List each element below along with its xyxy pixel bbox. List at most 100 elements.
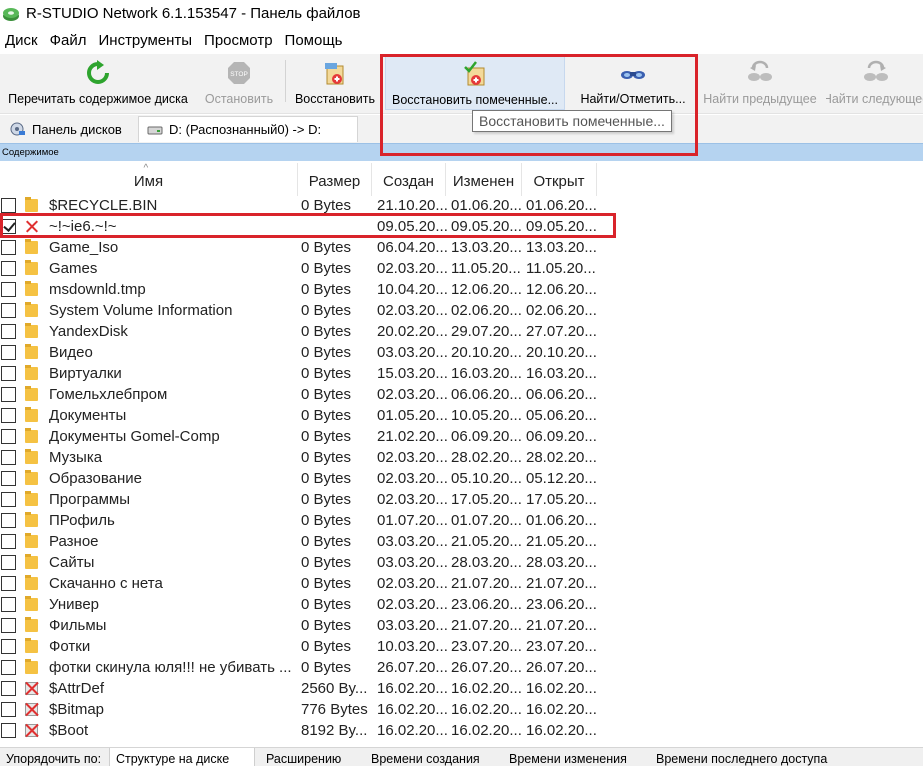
cell-accessed: 21.07.20... xyxy=(526,617,596,634)
row-checkbox[interactable] xyxy=(1,345,16,360)
row-checkbox[interactable] xyxy=(1,513,16,528)
row-checkbox[interactable] xyxy=(1,366,16,381)
tab-drive[interactable]: D: (Распознанный0) -> D: xyxy=(138,116,358,142)
row-checkbox[interactable] xyxy=(1,534,16,549)
table-row[interactable]: ~!~ie6.~!~ 09.05.20... 09.05.20... 09.05.20… xyxy=(0,216,600,237)
column-modified[interactable]: Изменен xyxy=(446,163,522,196)
refresh-icon xyxy=(85,60,111,86)
recover-button[interactable]: Восстановить xyxy=(291,54,379,110)
row-checkbox[interactable] xyxy=(1,555,16,570)
menu-view[interactable]: Просмотр xyxy=(198,32,279,49)
row-checkbox[interactable] xyxy=(1,282,16,297)
table-row[interactable]: Фотки 0 Bytes 10.03.20... 23.07.20... 23.07.… xyxy=(0,636,600,657)
cell-modified: 23.06.20... xyxy=(451,596,521,613)
table-row[interactable]: Разное 0 Bytes 03.03.20... 21.05.20... 21.05… xyxy=(0,531,600,552)
folder-icon xyxy=(25,659,38,674)
table-row[interactable]: Документы 0 Bytes 01.05.20... 10.05.20... 05… xyxy=(0,405,600,426)
table-row[interactable]: Универ 0 Bytes 02.03.20... 23.06.20... 23.06… xyxy=(0,594,600,615)
table-row[interactable]: msdownld.tmp 0 Bytes 10.04.20... 12.06.20..… xyxy=(0,279,600,300)
row-checkbox[interactable] xyxy=(1,450,16,465)
row-checkbox[interactable] xyxy=(1,660,16,675)
toolbar-separator xyxy=(697,60,698,102)
table-row[interactable]: Game_Iso 0 Bytes 06.04.20... 13.03.20... 13.… xyxy=(0,237,600,258)
row-checkbox[interactable] xyxy=(1,492,16,507)
tab-disk-panel[interactable]: Панель дисков xyxy=(2,116,130,142)
sort-by-structure[interactable]: Структуре на диске xyxy=(109,748,255,766)
table-row[interactable]: Фильмы 0 Bytes 03.03.20... 21.07.20... 21.07… xyxy=(0,615,600,636)
table-row[interactable]: Виртуалки 0 Bytes 15.03.20... 16.03.20... 16… xyxy=(0,363,600,384)
menu-disk[interactable]: Диск xyxy=(0,32,44,49)
table-row[interactable]: $Bitmap 776 Bytes 16.02.20... 16.02.20... 16… xyxy=(0,699,600,720)
find-mark-button[interactable]: Найти/Отметить... xyxy=(574,54,692,110)
table-row[interactable]: ПРофиль 0 Bytes 01.07.20... 01.07.20... 01.0… xyxy=(0,510,600,531)
binoculars-icon xyxy=(620,60,646,86)
row-checkbox[interactable] xyxy=(1,702,16,717)
table-row[interactable]: фотки скинула юля!!! не убивать ... 0 Byt… xyxy=(0,657,600,678)
rescan-button[interactable]: Перечитать содержимое диска xyxy=(4,54,192,110)
table-row[interactable]: $Boot 8192 By... 16.02.20... 16.02.20... 16.… xyxy=(0,720,600,741)
row-checkbox[interactable] xyxy=(1,303,16,318)
row-checkbox[interactable] xyxy=(1,723,16,738)
menu-file[interactable]: Файл xyxy=(44,32,93,49)
recover-marked-label: Восстановить помеченные... xyxy=(392,93,558,107)
cell-accessed: 21.07.20... xyxy=(526,575,596,592)
table-row[interactable]: System Volume Information 0 Bytes 02.03.20… xyxy=(0,300,600,321)
find-next-button[interactable]: Найти следующее xyxy=(826,54,923,110)
sort-label: Упорядочить по: xyxy=(6,752,102,766)
row-checkbox[interactable] xyxy=(1,387,16,402)
toolbar-separator xyxy=(285,60,286,102)
row-checkbox[interactable] xyxy=(1,219,16,234)
drive-icon xyxy=(147,123,163,137)
row-checkbox[interactable] xyxy=(1,471,16,486)
column-created[interactable]: Создан xyxy=(372,163,446,196)
table-row[interactable]: Образование 0 Bytes 02.03.20... 05.10.20...… xyxy=(0,468,600,489)
column-name[interactable]: ^ Имя xyxy=(0,163,298,196)
cell-size: 0 Bytes xyxy=(301,407,352,424)
cell-accessed: 27.07.20... xyxy=(526,323,596,340)
table-row[interactable]: Музыка 0 Bytes 02.03.20... 28.02.20... 28.02… xyxy=(0,447,600,468)
table-row[interactable]: Скачанно с нета 0 Bytes 02.03.20... 21.07.2… xyxy=(0,573,600,594)
cell-name: Документы Gomel-Comp xyxy=(49,428,220,445)
recover-marked-button[interactable]: Восстановить помеченные... xyxy=(385,54,565,110)
row-checkbox[interactable] xyxy=(1,576,16,591)
find-previous-button[interactable]: Найти предыдущее xyxy=(700,54,820,110)
sort-by-extension[interactable]: Расширению xyxy=(260,748,347,766)
cell-name: YandexDisk xyxy=(49,323,128,340)
menu-help[interactable]: Помощь xyxy=(279,32,349,49)
cell-name: Фильмы xyxy=(49,617,107,634)
stop-button[interactable]: STOP Остановить xyxy=(199,54,279,110)
table-row[interactable]: YandexDisk 0 Bytes 20.02.20... 29.07.20... 2… xyxy=(0,321,600,342)
cell-accessed: 06.06.20... xyxy=(526,386,596,403)
table-row[interactable]: Гомельхлебпром 0 Bytes 02.03.20... 06.06.20… xyxy=(0,384,600,405)
table-row[interactable]: Видео 0 Bytes 03.03.20... 20.10.20... 20.10.… xyxy=(0,342,600,363)
column-accessed[interactable]: Открыт xyxy=(522,163,597,196)
cell-name: Разное xyxy=(49,533,99,550)
row-checkbox[interactable] xyxy=(1,198,16,213)
row-checkbox[interactable] xyxy=(1,618,16,633)
sort-by-modification[interactable]: Времени изменения xyxy=(503,748,633,766)
menu-tools[interactable]: Инструменты xyxy=(93,32,199,49)
table-row[interactable]: $RECYCLE.BIN 0 Bytes 21.10.20... 01.06.20..… xyxy=(0,195,600,216)
column-size[interactable]: Размер xyxy=(298,163,372,196)
row-checkbox[interactable] xyxy=(1,261,16,276)
row-checkbox[interactable] xyxy=(1,240,16,255)
cell-name: Фотки xyxy=(49,638,91,655)
cell-modified: 21.07.20... xyxy=(451,617,521,634)
sort-by-access[interactable]: Времени последнего доступа xyxy=(650,748,833,766)
row-checkbox[interactable] xyxy=(1,324,16,339)
row-checkbox[interactable] xyxy=(1,408,16,423)
cell-created: 16.02.20... xyxy=(377,680,447,697)
row-checkbox[interactable] xyxy=(1,597,16,612)
cell-modified: 16.03.20... xyxy=(451,365,521,382)
table-row[interactable]: Games 0 Bytes 02.03.20... 11.05.20... 11.05.… xyxy=(0,258,600,279)
table-row[interactable]: Программы 0 Bytes 02.03.20... 17.05.20... 17… xyxy=(0,489,600,510)
sort-by-creation[interactable]: Времени создания xyxy=(365,748,486,766)
folder-icon xyxy=(25,407,38,422)
table-row[interactable]: Сайты 0 Bytes 03.03.20... 28.03.20... 28.03.… xyxy=(0,552,600,573)
folder-icon xyxy=(25,575,38,590)
table-row[interactable]: Документы Gomel-Comp 0 Bytes 21.02.20... 06… xyxy=(0,426,600,447)
row-checkbox[interactable] xyxy=(1,429,16,444)
table-row[interactable]: $AttrDef 2560 By... 16.02.20... 16.02.20...… xyxy=(0,678,600,699)
row-checkbox[interactable] xyxy=(1,681,16,696)
row-checkbox[interactable] xyxy=(1,639,16,654)
